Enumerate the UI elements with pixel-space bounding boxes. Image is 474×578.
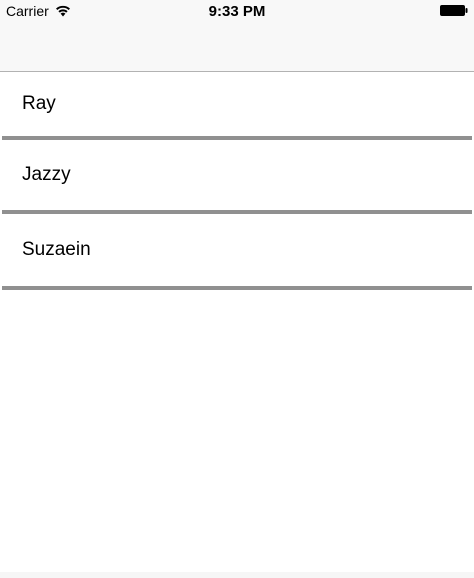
status-bar: Carrier 9:33 PM bbox=[0, 0, 474, 22]
list-item-label: Jazzy bbox=[22, 164, 71, 185]
names-list: Ray Jazzy Suzaein bbox=[0, 72, 474, 290]
list-item[interactable]: Jazzy bbox=[0, 140, 474, 210]
battery-icon bbox=[440, 5, 468, 16]
list-item[interactable]: Suzaein bbox=[0, 214, 474, 286]
list-item-label: Suzaein bbox=[22, 239, 91, 260]
status-time: 9:33 PM bbox=[208, 3, 266, 20]
row-separator bbox=[2, 286, 472, 290]
navigation-bar: Carrier 9:33 PM bbox=[0, 0, 474, 72]
bottom-toolbar bbox=[0, 572, 474, 578]
list-item-label: Ray bbox=[22, 93, 56, 114]
list-item[interactable]: Ray bbox=[0, 72, 474, 136]
